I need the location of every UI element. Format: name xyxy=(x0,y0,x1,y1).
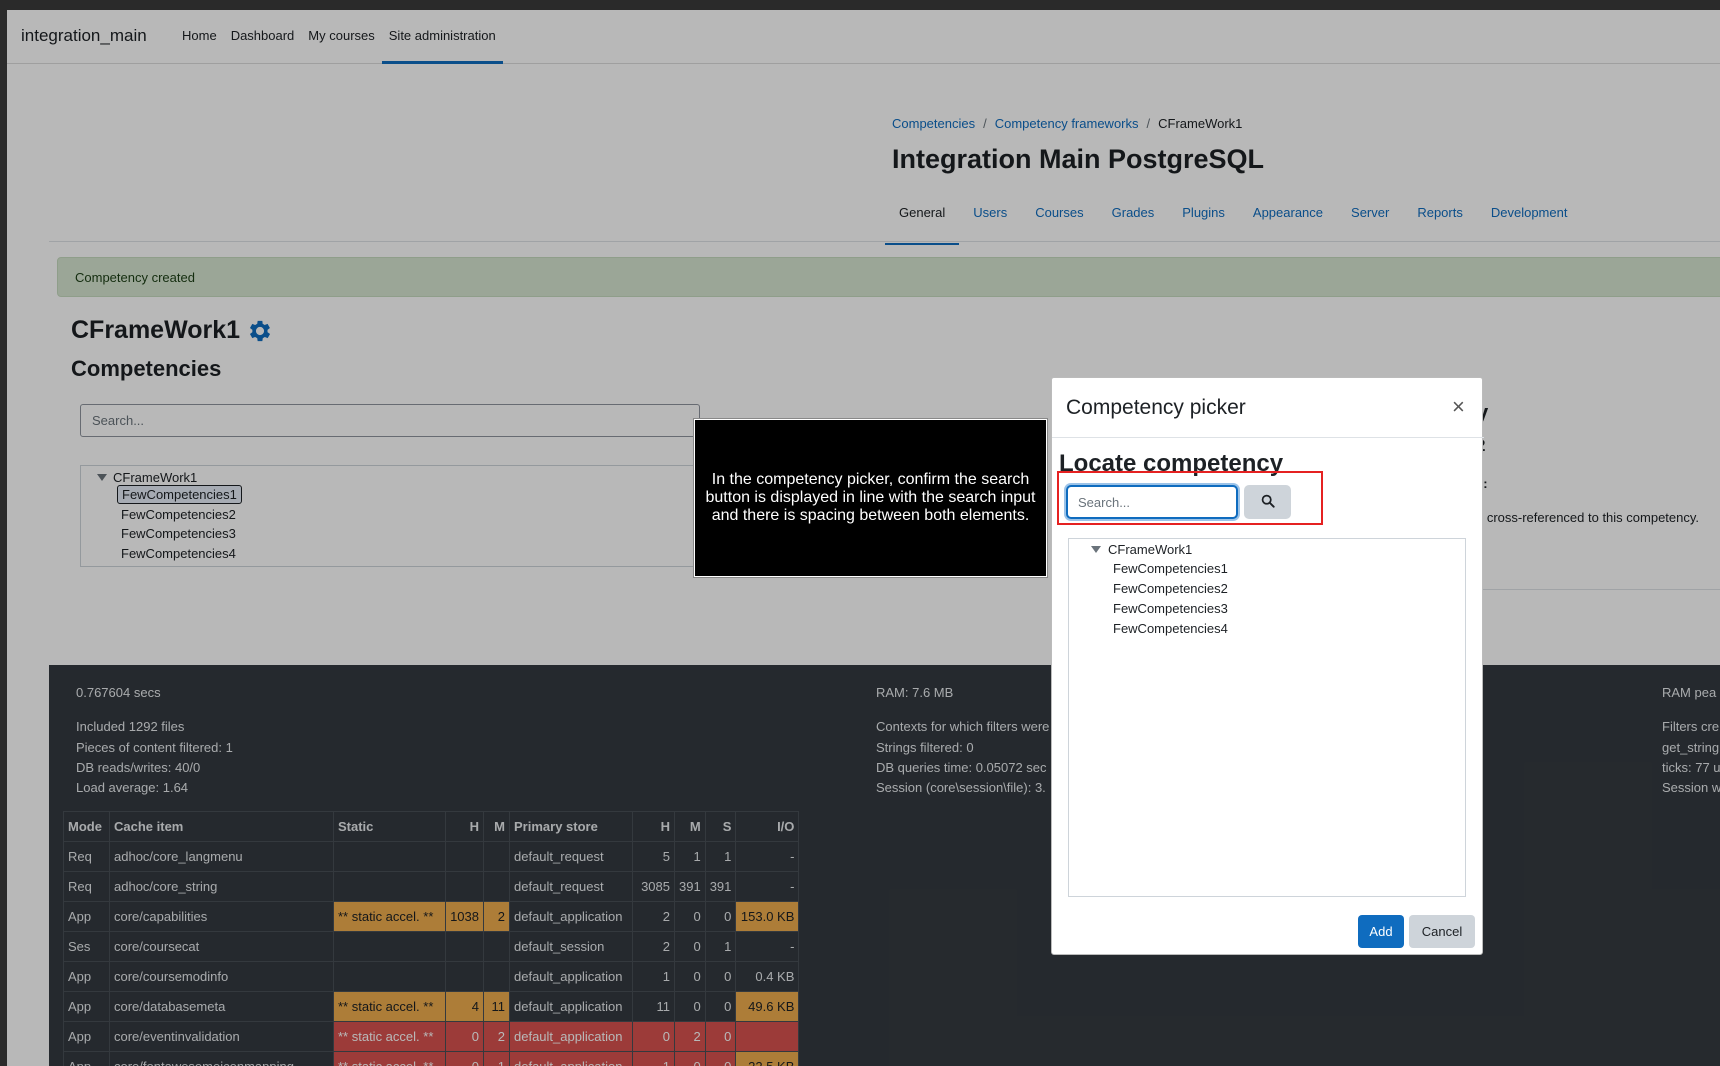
picker-tree-item[interactable]: FewCompetencies1 xyxy=(1113,561,1228,576)
cancel-button[interactable]: Cancel xyxy=(1409,915,1475,948)
add-button[interactable]: Add xyxy=(1358,915,1404,948)
dialog-title: Competency picker xyxy=(1066,396,1246,419)
picker-search-button[interactable] xyxy=(1244,485,1291,519)
picker-search-input[interactable]: Search... xyxy=(1066,485,1238,519)
search-icon xyxy=(1261,494,1275,511)
window-top-bar xyxy=(0,0,1720,10)
dialog-header: Competency picker × xyxy=(1052,378,1484,438)
picker-tree-root-label: CFrameWork1 xyxy=(1108,542,1193,557)
picker-tree-item[interactable]: FewCompetencies3 xyxy=(1113,601,1228,616)
expand-triangle-icon[interactable] xyxy=(1091,546,1101,553)
picker-tree-root[interactable]: CFrameWork1 xyxy=(1091,542,1192,557)
picker-tree: CFrameWork1 FewCompetencies1 FewCompeten… xyxy=(1068,538,1466,897)
picker-tree-item[interactable]: FewCompetencies4 xyxy=(1113,621,1228,636)
window-left-edge xyxy=(0,10,7,1066)
picker-tree-item[interactable]: FewCompetencies2 xyxy=(1113,581,1228,596)
page: integration_main Home Dashboard My cours… xyxy=(7,10,1720,1066)
close-icon[interactable]: × xyxy=(1452,394,1465,420)
test-instruction-box: In the competency picker, confirm the se… xyxy=(693,418,1048,578)
competency-picker-dialog: Competency picker × Locate competency Se… xyxy=(1051,377,1484,955)
